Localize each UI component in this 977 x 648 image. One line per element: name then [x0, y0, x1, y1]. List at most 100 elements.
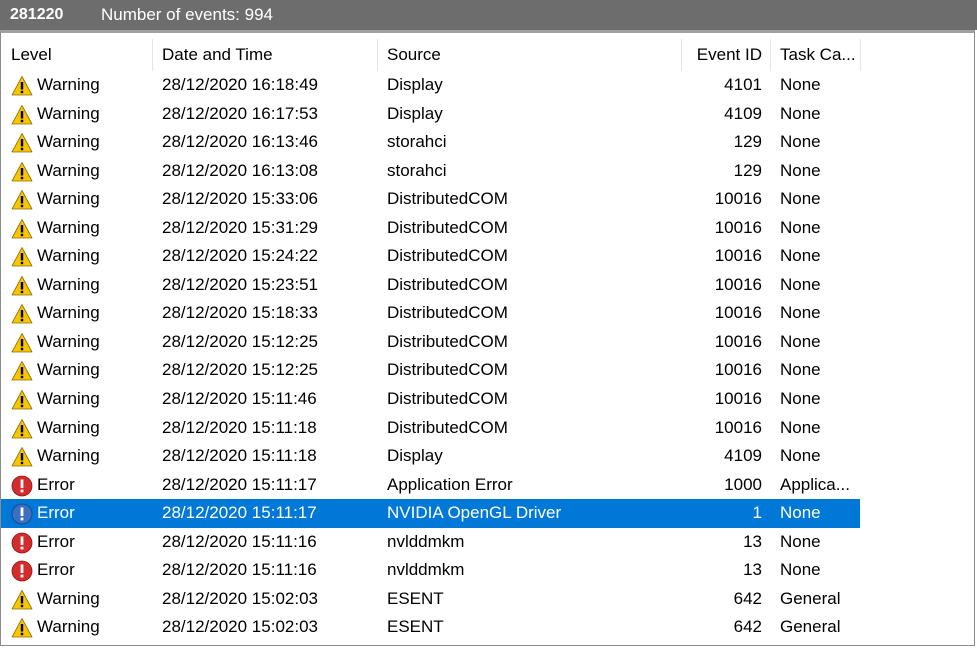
cell-task-category: None	[780, 417, 821, 437]
cell-event-id: 1	[752, 503, 762, 523]
level-label: Warning	[37, 417, 100, 437]
cell-datetime: 28/12/2020 15:12:25	[162, 331, 318, 351]
cell-source: nvlddmkm	[387, 560, 465, 580]
cell-event-id: 10016	[714, 217, 762, 237]
events-list[interactable]: Level Date and Time Source Event ID Task…	[0, 30, 975, 646]
cell-event-id: 4109	[724, 103, 762, 123]
warning-icon	[11, 104, 33, 124]
event-rows: Warning 28/12/2020 16:18:49 Display 4101 Non…	[1, 71, 974, 642]
cell-datetime: 28/12/2020 15:24:22	[162, 246, 318, 266]
table-row[interactable]: Error 28/12/2020 15:11:16 nvlddmkm 13 None	[1, 556, 974, 585]
warning-icon	[11, 190, 33, 210]
level-label: Error	[37, 531, 75, 551]
table-row[interactable]: Error 28/12/2020 15:11:17 Application Erro…	[1, 471, 974, 500]
warning-icon	[11, 333, 33, 353]
warning-icon	[11, 218, 33, 239]
cell-task-category: None	[780, 303, 821, 323]
level-label: Warning	[37, 103, 100, 123]
cell-event-id: 642	[733, 588, 762, 608]
column-header-datetime[interactable]: Date and Time	[153, 39, 378, 71]
cell-task-category: None	[780, 189, 821, 209]
level-label: Warning	[37, 360, 100, 380]
cell-datetime: 28/12/2020 15:11:17	[162, 503, 317, 523]
table-row[interactable]: Warning 28/12/2020 15:12:25 DistributedCOM…	[1, 328, 974, 357]
event-count: Number of events: 994	[101, 5, 273, 24]
cell-datetime: 28/12/2020 15:31:29	[162, 217, 318, 237]
cell-event-id: 4109	[724, 446, 762, 466]
table-row[interactable]: Error 28/12/2020 15:11:17 NVIDIA OpenGL Dr…	[1, 499, 974, 528]
warning-icon	[11, 390, 33, 410]
table-row[interactable]: Warning 28/12/2020 15:11:46 DistributedCOM…	[1, 385, 974, 414]
cell-level: Warning	[11, 128, 151, 157]
cell-task-category: General	[780, 588, 841, 608]
table-row[interactable]: Warning 28/12/2020 15:18:33 DistributedCOM…	[1, 299, 974, 328]
cell-level: Warning	[11, 157, 151, 186]
table-row[interactable]: Warning 28/12/2020 15:33:06 DistributedCOM…	[1, 185, 974, 214]
cell-task-category: None	[780, 274, 821, 294]
cell-level: Warning	[11, 100, 151, 129]
cell-datetime: 28/12/2020 15:11:17	[162, 474, 317, 494]
cell-datetime: 28/12/2020 15:11:18	[162, 446, 317, 466]
table-row[interactable]: Warning 28/12/2020 15:31:29 DistributedCOM…	[1, 214, 974, 243]
cell-level: Warning	[11, 356, 151, 385]
table-row[interactable]: Warning 28/12/2020 16:13:46 storahci 129 Non…	[1, 128, 974, 157]
cell-datetime: 28/12/2020 16:18:49	[162, 75, 318, 94]
cell-level: Warning	[11, 271, 151, 300]
column-header-task-category[interactable]: Task Ca...	[771, 39, 861, 71]
table-row[interactable]: Warning 28/12/2020 16:17:53 Display 4109 Non…	[1, 100, 974, 129]
table-row[interactable]: Warning 28/12/2020 15:24:22 DistributedCOM…	[1, 242, 974, 271]
cell-event-id: 13	[743, 531, 762, 551]
table-row[interactable]: Warning 28/12/2020 15:12:25 DistributedCOM…	[1, 356, 974, 385]
error-icon	[11, 560, 33, 582]
level-label: Warning	[37, 75, 100, 94]
level-label: Error	[37, 503, 75, 523]
cell-datetime: 28/12/2020 15:33:06	[162, 189, 318, 209]
warning-icon	[11, 275, 33, 296]
level-label: Warning	[37, 446, 100, 466]
column-header-source[interactable]: Source	[378, 39, 682, 71]
cell-level: Warning	[11, 299, 151, 328]
cell-datetime: 28/12/2020 15:02:03	[162, 617, 318, 637]
column-header-event-id[interactable]: Event ID	[682, 39, 771, 71]
table-row[interactable]: Warning 28/12/2020 15:02:03 ESENT 642 Genera…	[1, 613, 974, 642]
level-label: Warning	[37, 132, 100, 152]
error-icon	[11, 532, 33, 554]
table-row[interactable]: Error 28/12/2020 15:11:16 nvlddmkm 13 None	[1, 528, 974, 557]
cell-source: Application Error	[387, 474, 513, 494]
cell-datetime: 28/12/2020 15:11:16	[162, 560, 317, 580]
table-row[interactable]: Warning 28/12/2020 15:02:03 ESENT 642 Genera…	[1, 585, 974, 614]
table-row[interactable]: Warning 28/12/2020 16:18:49 Display 4101 Non…	[1, 71, 974, 100]
warning-icon	[11, 361, 33, 381]
cell-source: ESENT	[387, 588, 444, 608]
log-title-bar: 281220 Number of events: 994	[0, 0, 977, 30]
error-icon	[11, 503, 33, 525]
cell-task-category: None	[780, 389, 821, 409]
cell-datetime: 28/12/2020 16:13:46	[162, 132, 318, 152]
table-row[interactable]: Warning 28/12/2020 15:11:18 DistributedCOM…	[1, 414, 974, 443]
cell-level: Warning	[11, 328, 151, 357]
cell-level: Warning	[11, 385, 151, 414]
warning-icon	[11, 589, 33, 610]
level-label: Warning	[37, 617, 100, 637]
cell-task-category: None	[780, 360, 821, 380]
table-row[interactable]: Warning 28/12/2020 15:11:18 Display 4109 Non…	[1, 442, 974, 471]
cell-source: Display	[387, 103, 443, 123]
cell-level: Error	[11, 528, 151, 557]
cell-event-id: 10016	[714, 246, 762, 266]
table-row[interactable]: Warning 28/12/2020 16:13:08 storahci 129 Non…	[1, 157, 974, 186]
cell-source: Display	[387, 446, 443, 466]
cell-source: storahci	[387, 160, 447, 180]
cell-event-id: 4101	[724, 75, 762, 94]
cell-event-id: 10016	[714, 274, 762, 294]
cell-level: Warning	[11, 585, 151, 614]
level-label: Warning	[37, 303, 100, 323]
cell-level: Warning	[11, 71, 151, 100]
cell-level: Warning	[11, 242, 151, 271]
warning-icon	[11, 418, 33, 438]
level-label: Warning	[37, 217, 100, 237]
column-header-level[interactable]: Level	[1, 39, 153, 71]
cell-task-category: None	[780, 103, 821, 123]
cell-event-id: 13	[743, 560, 762, 580]
cell-datetime: 28/12/2020 15:11:46	[162, 389, 317, 409]
table-row[interactable]: Warning 28/12/2020 15:23:51 DistributedCOM…	[1, 271, 974, 300]
